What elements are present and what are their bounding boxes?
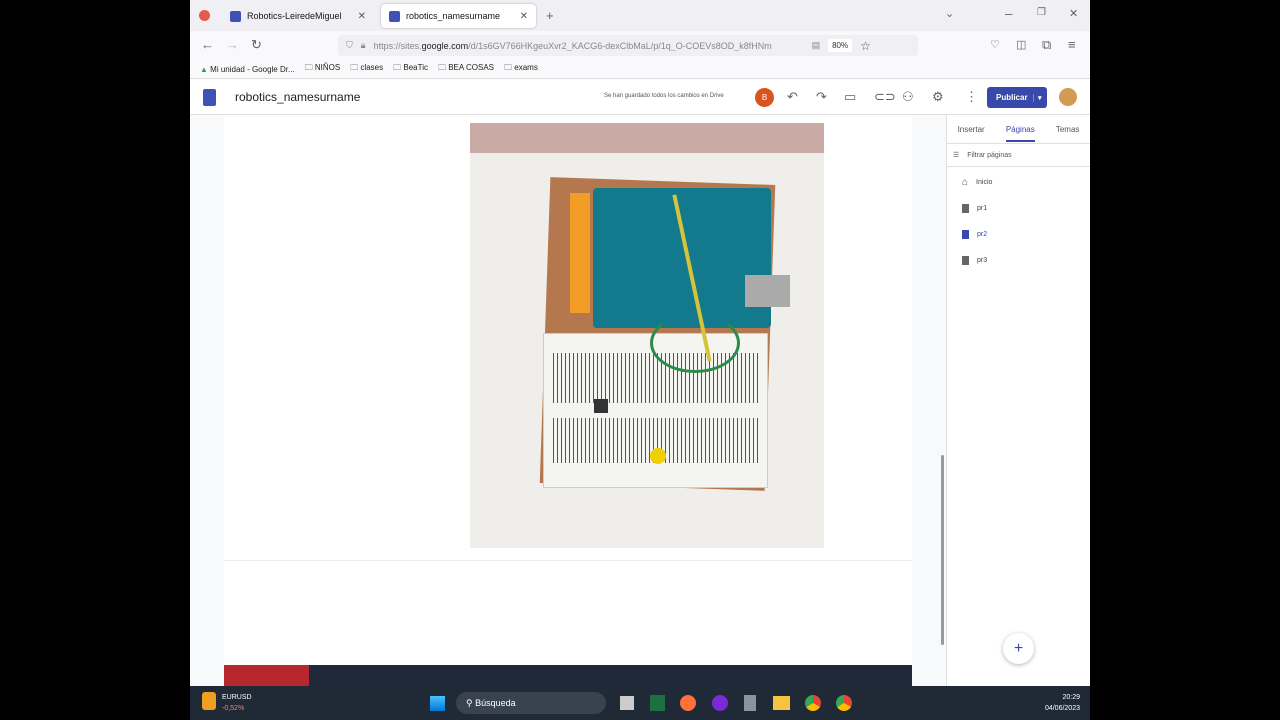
sites-icon bbox=[389, 10, 400, 22]
minimize-button[interactable]: – bbox=[1005, 6, 1012, 21]
page-icon bbox=[962, 229, 969, 239]
page-item-inicio[interactable]: ⌂ Inicio bbox=[947, 169, 1090, 195]
taskbar: EURUSD -0,52% ⚲ Búsqueda 20:29 04/06/2023 bbox=[190, 686, 1090, 720]
more-icon[interactable]: ⋮ bbox=[965, 89, 978, 105]
link-icon[interactable]: ⊂⊃ bbox=[874, 89, 896, 105]
bookmark-drive[interactable]: ▲ Mi unidad - Google Dr... bbox=[200, 65, 295, 74]
weather-widget[interactable]: EURUSD -0,52% bbox=[202, 692, 252, 714]
bookmark-folder[interactable]: 🗀︎ clases bbox=[350, 62, 383, 76]
sidebar-icon[interactable]: ◫ bbox=[1016, 38, 1026, 51]
arduino-breadboard-image[interactable] bbox=[470, 123, 824, 548]
tab-bar: Robotics-LeiredeMiguel ✕ robotics_namesur… bbox=[190, 0, 1090, 31]
tab-robotics-leiredemiguel[interactable]: Robotics-LeiredeMiguel ✕ bbox=[222, 4, 374, 28]
page-item-pr3[interactable]: pr3 bbox=[947, 247, 1090, 273]
zoom-level[interactable]: 80% bbox=[828, 39, 853, 52]
tab-insertar[interactable]: Insertar bbox=[958, 125, 985, 134]
star-icon[interactable]: ☆ bbox=[860, 39, 871, 53]
url-text: https://sites.google.com/d/1s6GV766HKgeu… bbox=[373, 40, 772, 51]
page-icon bbox=[962, 203, 969, 213]
sites-header: robotics_namesurname Se han guardado tod… bbox=[190, 80, 1090, 115]
back-icon[interactable]: ← bbox=[201, 37, 214, 52]
firefox-icon[interactable] bbox=[199, 10, 210, 21]
editor-canvas bbox=[190, 115, 946, 686]
page-item-pr1[interactable]: pr1 bbox=[947, 195, 1090, 221]
list-tabs-icon[interactable]: ⌄ bbox=[945, 7, 954, 20]
start-icon[interactable] bbox=[430, 696, 445, 711]
tab-robotics-namesurname[interactable]: robotics_namesurname ✕ bbox=[381, 4, 536, 28]
maximize-button[interactable]: ❐ bbox=[1037, 7, 1046, 18]
excel-icon[interactable] bbox=[650, 695, 665, 711]
search-box[interactable]: ⚲ Búsqueda bbox=[456, 692, 606, 714]
file-explorer-icon[interactable] bbox=[773, 696, 790, 710]
save-status: Se han guardado todos los cambios en Dri… bbox=[604, 93, 724, 99]
firefox-taskbar-icon[interactable] bbox=[680, 695, 696, 711]
tab-paginas[interactable]: Páginas bbox=[1005, 117, 1035, 142]
chart-icon bbox=[202, 692, 216, 710]
add-page-button[interactable]: + bbox=[1003, 633, 1034, 664]
calculator-icon[interactable] bbox=[744, 695, 756, 711]
extensions-icon[interactable]: ⧉ bbox=[1042, 37, 1051, 53]
bookmark-folder[interactable]: 🗀︎ exams bbox=[504, 62, 538, 76]
home-icon: ⌂ bbox=[962, 176, 969, 188]
sites-icon bbox=[230, 10, 241, 22]
new-tab-button[interactable]: + bbox=[546, 8, 554, 23]
clock[interactable]: 20:29 04/06/2023 bbox=[1045, 692, 1080, 714]
settings-icon[interactable]: ⚙ bbox=[932, 89, 944, 105]
scrollbar[interactable] bbox=[941, 455, 944, 645]
close-tab-icon[interactable]: ✕ bbox=[358, 11, 366, 22]
preview-icon[interactable]: ▭ bbox=[844, 89, 856, 105]
lock-icon: 🔒︎ bbox=[360, 40, 366, 50]
forward-icon[interactable]: → bbox=[226, 37, 239, 52]
bookmark-folder[interactable]: 🗀︎ BeaTic bbox=[393, 62, 428, 76]
bookmarks-bar: ▲ Mi unidad - Google Dr... 🗀︎ NIÑOS 🗀︎ c… bbox=[190, 60, 1090, 79]
shield-icon: ⛉ bbox=[346, 40, 353, 50]
share-icon[interactable]: ⚇ bbox=[902, 89, 914, 105]
close-window-button[interactable]: ✕ bbox=[1069, 7, 1078, 20]
chrome-profile-icon[interactable] bbox=[836, 695, 852, 711]
reload-icon[interactable]: ↻ bbox=[251, 37, 262, 53]
filter-icon: ☰ bbox=[953, 152, 960, 159]
reader-icon[interactable]: ▤ bbox=[812, 40, 821, 51]
sites-logo-icon bbox=[203, 89, 216, 106]
navigation-bar: ← → ↻ ⛉ 🔒︎ https://sites.google.com/d/1s6… bbox=[190, 31, 1090, 60]
chrome-icon[interactable] bbox=[805, 695, 821, 711]
url-bar[interactable]: ⛉ 🔒︎ https://sites.google.com/d/1s6GV766H… bbox=[338, 35, 918, 56]
bookmark-folder[interactable]: 🗀︎ NIÑOS bbox=[305, 62, 341, 76]
pocket-icon[interactable]: ♡ bbox=[990, 38, 1000, 51]
site-title[interactable]: robotics_namesurname bbox=[235, 90, 360, 104]
publish-button[interactable]: Publicar ▾ bbox=[987, 87, 1047, 108]
menu-icon[interactable]: ≡ bbox=[1068, 37, 1076, 52]
right-panel: Insertar Páginas Temas ☰ Filtrar páginas … bbox=[946, 115, 1090, 686]
taskview-icon[interactable] bbox=[620, 696, 634, 710]
avatar[interactable] bbox=[1059, 88, 1077, 106]
redo-icon[interactable]: ↷ bbox=[816, 89, 827, 105]
search-icon: ⚲ bbox=[466, 698, 473, 708]
browser-window: Robotics-LeiredeMiguel ✕ robotics_namesur… bbox=[190, 0, 1090, 686]
undo-icon[interactable]: ↶ bbox=[787, 89, 798, 105]
app-icon[interactable] bbox=[712, 695, 728, 711]
page-icon bbox=[962, 255, 969, 265]
close-tab-icon[interactable]: ✕ bbox=[520, 11, 528, 22]
page-item-pr2[interactable]: pr2 bbox=[947, 221, 1090, 247]
tab-temas[interactable]: Temas bbox=[1056, 125, 1080, 134]
publish-dropdown-icon[interactable]: ▾ bbox=[1033, 93, 1042, 102]
footer-banner-image[interactable] bbox=[224, 665, 912, 686]
page-content bbox=[224, 115, 912, 686]
filter-pages[interactable]: ☰ Filtrar páginas bbox=[947, 143, 1090, 167]
bookmark-folder[interactable]: 🗀︎ BEA COSAS bbox=[438, 62, 494, 76]
user-badge[interactable]: B bbox=[755, 88, 774, 107]
